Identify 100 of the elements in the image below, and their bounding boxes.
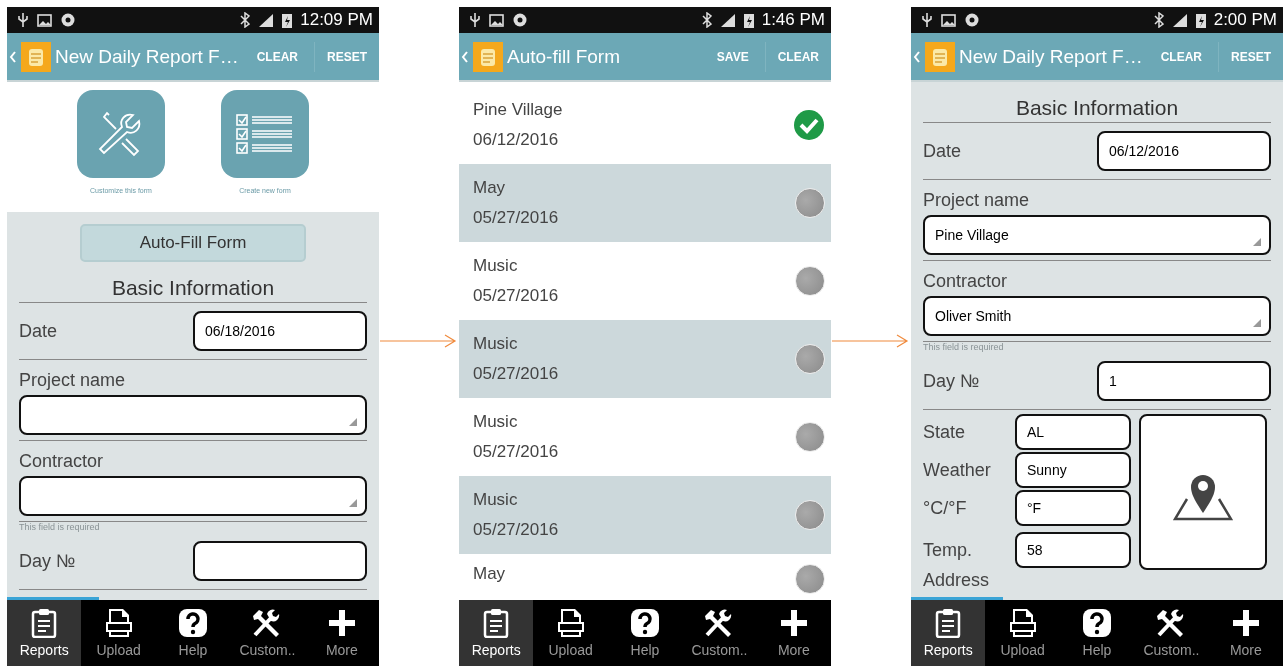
saved-report-item[interactable]: May 05/27/2016 bbox=[459, 164, 831, 242]
battery-icon bbox=[282, 12, 293, 28]
input-field[interactable]: AL bbox=[1015, 414, 1131, 450]
help-icon bbox=[630, 608, 660, 638]
radio-button[interactable] bbox=[795, 188, 825, 218]
help-icon bbox=[178, 608, 208, 638]
saved-report-item[interactable]: Music 05/27/2016 bbox=[459, 242, 831, 320]
report-date: 05/27/2016 bbox=[473, 520, 560, 540]
clipboard-icon bbox=[31, 608, 58, 638]
report-title: May bbox=[473, 178, 507, 198]
nav-tab[interactable]: Reports bbox=[7, 600, 82, 666]
saved-report-item[interactable]: Music 05/27/2016 bbox=[459, 398, 831, 476]
dropdown-corner-icon bbox=[1253, 238, 1261, 246]
report-date: 06/12/2016 bbox=[473, 130, 560, 150]
field-label: Project name bbox=[19, 370, 127, 391]
app-logo-icon bbox=[925, 41, 955, 72]
radio-button[interactable] bbox=[795, 564, 825, 594]
field-label: Date bbox=[923, 140, 962, 162]
report-date: 05/27/2016 bbox=[473, 364, 560, 384]
saved-report-item[interactable]: Pine Village 06/12/2016 bbox=[459, 86, 831, 164]
dropdown-field[interactable]: Pine Village bbox=[923, 215, 1271, 255]
validation-message: This field is required bbox=[922, 342, 1005, 353]
field-label: Project name bbox=[923, 190, 1031, 211]
usb-icon bbox=[921, 12, 933, 28]
battery-icon bbox=[743, 12, 754, 28]
report-title: May bbox=[473, 564, 507, 584]
back-icon[interactable] bbox=[913, 49, 921, 64]
clock-time: 12:09 PM bbox=[300, 10, 373, 30]
input-field[interactable]: 58 bbox=[1015, 532, 1131, 568]
app-logo-icon bbox=[473, 41, 503, 72]
report-title: Music bbox=[473, 490, 519, 510]
clock-time: 2:00 PM bbox=[1213, 10, 1277, 30]
report-title: Music bbox=[473, 334, 519, 354]
plus-icon bbox=[1230, 608, 1261, 638]
dropdown-field[interactable]: Oliver Smith bbox=[923, 296, 1271, 336]
field-label: Day № bbox=[923, 370, 980, 392]
dropdown-corner-icon bbox=[349, 499, 357, 507]
radio-button[interactable] bbox=[795, 266, 825, 296]
field-label: °C/°F bbox=[923, 497, 968, 519]
field-label: State bbox=[923, 421, 967, 443]
signal-icon bbox=[258, 12, 275, 28]
radio-button[interactable] bbox=[795, 500, 825, 530]
bluetooth-icon bbox=[701, 12, 712, 28]
plus-icon bbox=[778, 608, 809, 638]
usb-icon bbox=[17, 12, 29, 28]
input-field[interactable]: 06/12/2016 bbox=[1097, 131, 1271, 171]
plus-icon bbox=[326, 608, 357, 638]
dropdown-field[interactable] bbox=[19, 476, 367, 516]
field-label: Address bbox=[922, 570, 991, 590]
shortcut-tile[interactable] bbox=[221, 90, 309, 178]
input-field[interactable]: °F bbox=[1015, 490, 1131, 526]
screen-title: Auto-fill Form bbox=[507, 45, 621, 68]
saved-report-item[interactable]: May bbox=[459, 554, 831, 600]
check-circle-icon[interactable] bbox=[793, 109, 825, 141]
report-date: 05/27/2016 bbox=[473, 286, 560, 306]
dropdown-corner-icon bbox=[1253, 319, 1261, 327]
bluetooth-icon bbox=[1153, 12, 1164, 28]
saved-report-item[interactable]: Music 05/27/2016 bbox=[459, 320, 831, 398]
field-label: Weather bbox=[923, 459, 992, 481]
clock-time: 1:46 PM bbox=[761, 10, 825, 30]
clipboard-icon bbox=[483, 608, 510, 638]
clipboard-icon bbox=[935, 608, 962, 638]
field-label: Date bbox=[19, 320, 58, 342]
field-label: Contractor bbox=[19, 451, 105, 472]
input-field[interactable]: Sunny bbox=[1015, 452, 1131, 488]
map-button[interactable] bbox=[1139, 414, 1267, 570]
signal-icon bbox=[1171, 12, 1188, 28]
section-title: Basic Information bbox=[1014, 95, 1180, 121]
battery-icon bbox=[1195, 12, 1206, 28]
back-icon[interactable] bbox=[9, 49, 17, 64]
dropdown-field[interactable] bbox=[19, 395, 367, 435]
dropdown-corner-icon bbox=[349, 418, 357, 426]
usb-icon bbox=[469, 12, 481, 28]
input-field[interactable] bbox=[193, 541, 367, 581]
image-icon bbox=[489, 13, 504, 27]
back-icon[interactable] bbox=[461, 49, 469, 64]
input-field[interactable]: 1 bbox=[1097, 361, 1271, 401]
section-title: Basic Information bbox=[110, 275, 276, 301]
radio-button[interactable] bbox=[795, 344, 825, 374]
bluetooth-icon bbox=[240, 12, 251, 28]
shortcut-tile[interactable] bbox=[77, 90, 165, 178]
report-date: 05/27/2016 bbox=[473, 208, 560, 228]
report-title: Pine Village bbox=[473, 100, 564, 120]
autofill-button[interactable]: Auto-Fill Form bbox=[80, 224, 306, 262]
report-date: 05/27/2016 bbox=[473, 442, 560, 462]
app-logo-icon bbox=[21, 41, 51, 72]
saved-report-item[interactable]: Music 05/27/2016 bbox=[459, 476, 831, 554]
signal-icon bbox=[719, 12, 736, 28]
field-label: Contractor bbox=[923, 271, 1009, 292]
field-label: Day № bbox=[19, 550, 76, 572]
field-label: Temp. bbox=[923, 539, 974, 561]
radio-button[interactable] bbox=[795, 422, 825, 452]
validation-message: This field is required bbox=[18, 522, 101, 533]
nav-tab[interactable]: Reports bbox=[911, 600, 986, 666]
report-title: Music bbox=[473, 412, 519, 432]
image-icon bbox=[37, 13, 52, 27]
image-icon bbox=[941, 13, 956, 27]
nav-tab[interactable]: Reports bbox=[459, 600, 534, 666]
screen-title: New Daily Report F… bbox=[55, 45, 240, 68]
input-field[interactable]: 06/18/2016 bbox=[193, 311, 367, 351]
